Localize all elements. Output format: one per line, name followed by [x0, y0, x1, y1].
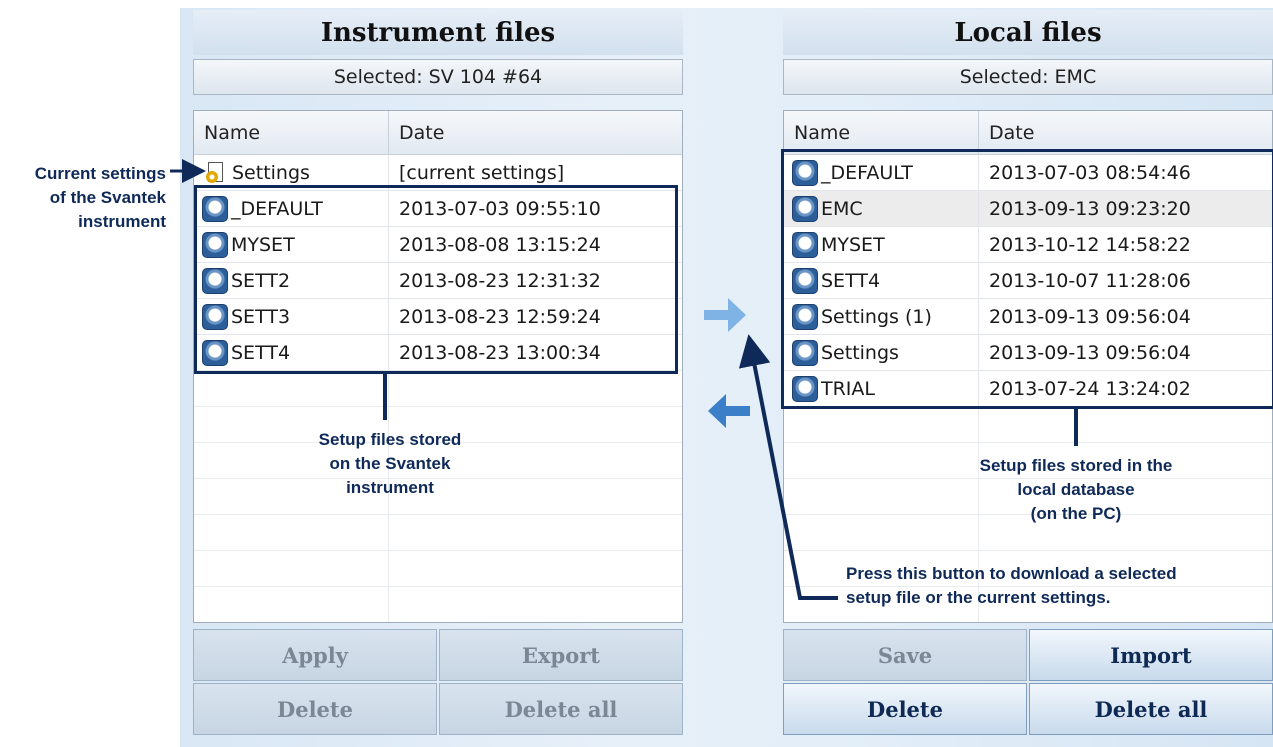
connector-download-hint: [738, 334, 838, 600]
annotation-connectors: [170, 159, 1078, 600]
